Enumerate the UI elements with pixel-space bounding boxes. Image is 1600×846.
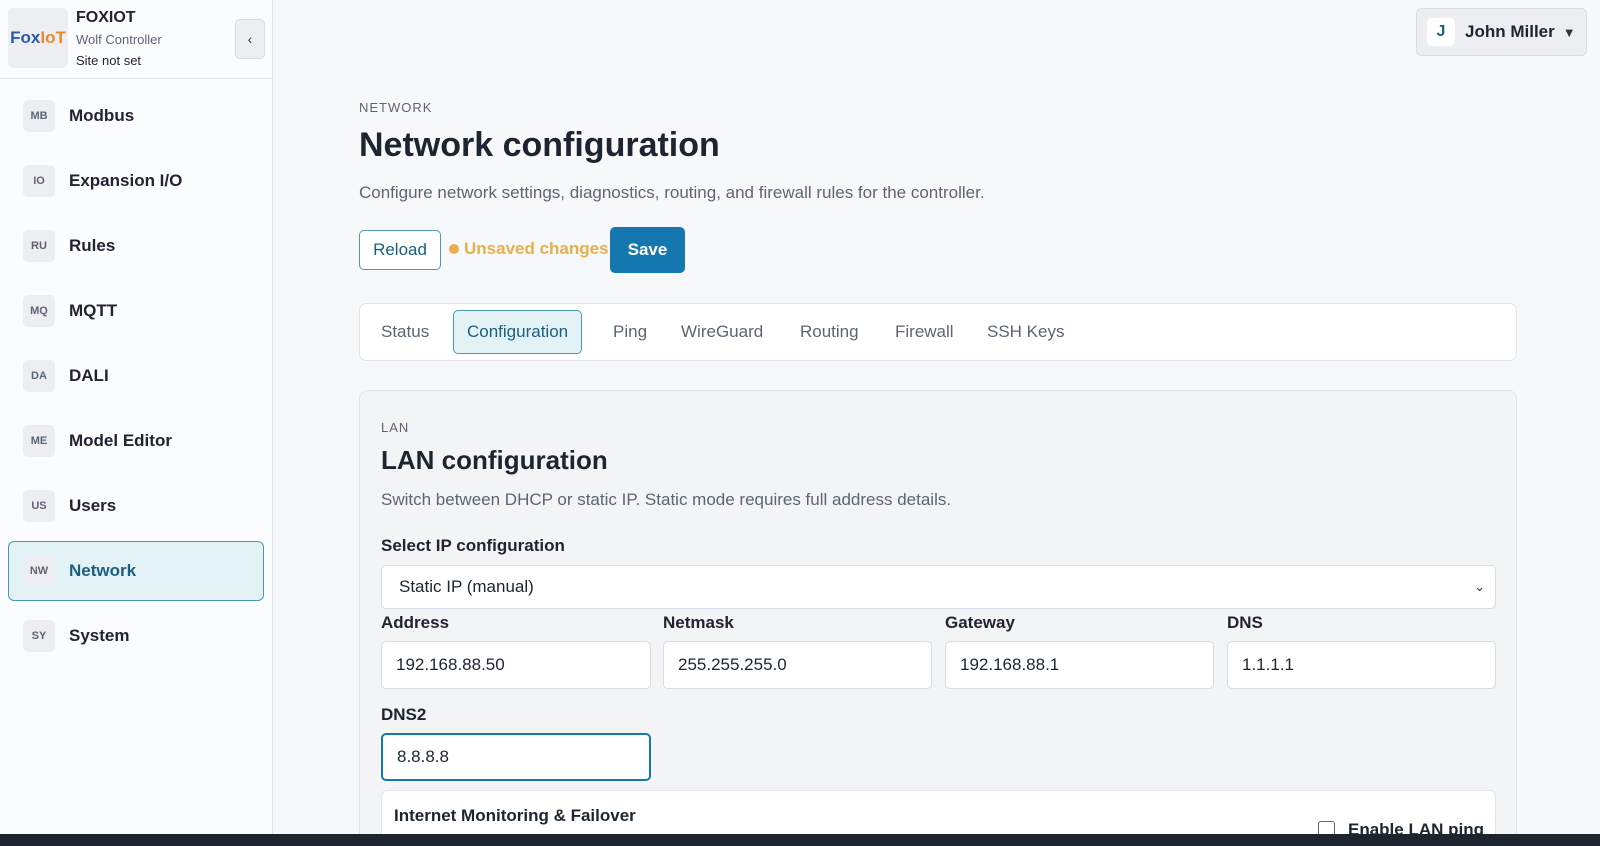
sidebar-item-label: DALI xyxy=(69,366,109,385)
reload-button[interactable]: Reload xyxy=(359,230,441,270)
sidebar-item-label: MQTT xyxy=(69,301,118,320)
netmask-input[interactable] xyxy=(663,641,932,689)
nav-badge: MB xyxy=(23,100,55,132)
nav-badge: ME xyxy=(23,425,55,457)
page-description: Configure network settings, diagnostics,… xyxy=(359,183,985,202)
tab-wireguard[interactable]: WireGuard xyxy=(667,310,777,354)
lan-title: LAN configuration xyxy=(381,445,608,475)
sidebar-item-model-editor[interactable]: ME Model Editor xyxy=(8,411,264,471)
page-eyebrow: NETWORK xyxy=(359,100,433,115)
gateway-input[interactable] xyxy=(945,641,1214,689)
address-input[interactable] xyxy=(381,641,651,689)
brand-site: Site not set xyxy=(76,53,142,68)
sidebar: Fox IoT FOXIOT Wolf Controller Site not s… xyxy=(0,0,273,834)
tab-routing[interactable]: Routing xyxy=(786,310,873,354)
tab-configuration[interactable]: Configuration xyxy=(453,310,583,354)
sidebar-item-label: Users xyxy=(69,496,117,515)
user-menu-button[interactable]: J John Miller ▼ xyxy=(1416,8,1587,56)
nav-badge: SY xyxy=(23,620,55,652)
bottom-bar xyxy=(0,834,1600,846)
unsaved-changes-label: Unsaved changes xyxy=(464,239,609,258)
sidebar-item-modbus[interactable]: MB Modbus xyxy=(8,86,264,146)
avatar: J xyxy=(1427,18,1455,46)
nav-badge: DA xyxy=(23,360,55,392)
netmask-label: Netmask xyxy=(663,613,734,632)
ip-config-selected-value: Static IP (manual) xyxy=(399,577,534,596)
address-label: Address xyxy=(381,613,450,632)
sidebar-item-rules[interactable]: RU Rules xyxy=(8,216,264,276)
sidebar-item-label: Expansion I/O xyxy=(69,171,183,190)
sidebar-item-label: Network xyxy=(69,561,137,580)
sidebar-item-network[interactable]: NW Network xyxy=(8,541,264,601)
tab-bar: Status Configuration Ping WireGuard Rout… xyxy=(359,303,1517,361)
internet-monitoring-title: Internet Monitoring & Failover xyxy=(394,806,636,825)
user-name: John Miller xyxy=(1465,22,1555,41)
brand-subtitle: Wolf Controller xyxy=(76,32,162,47)
ip-config-select[interactable]: Static IP (manual) ⌄ xyxy=(381,565,1496,609)
dns-label: DNS xyxy=(1227,613,1263,632)
page-title: Network configuration xyxy=(359,126,720,164)
sidebar-item-label: System xyxy=(69,626,130,645)
brand-name: FOXIOT xyxy=(76,9,136,26)
sidebar-item-dali[interactable]: DA DALI xyxy=(8,346,264,406)
caret-down-icon: ▼ xyxy=(1562,24,1576,40)
chevron-left-icon: ‹ xyxy=(247,31,253,47)
lan-description: Switch between DHCP or static IP. Static… xyxy=(381,490,952,509)
tab-ping[interactable]: Ping xyxy=(599,310,661,354)
logo-text-fox: Fox xyxy=(10,28,41,47)
sidebar-item-label: Modbus xyxy=(69,106,135,125)
dns-input[interactable] xyxy=(1227,641,1496,689)
dns2-input[interactable] xyxy=(381,733,651,781)
tab-ssh-keys[interactable]: SSH Keys xyxy=(973,310,1078,354)
save-button[interactable]: Save xyxy=(610,227,685,273)
sidebar-item-system[interactable]: SY System xyxy=(8,606,264,666)
nav-badge: US xyxy=(23,490,55,522)
sidebar-item-label: Model Editor xyxy=(69,431,172,450)
nav-badge: MQ xyxy=(23,295,55,327)
dns2-label: DNS2 xyxy=(381,705,427,724)
sidebar-item-label: Rules xyxy=(69,236,116,255)
sidebar-collapse-button[interactable]: ‹ xyxy=(235,19,265,59)
ip-config-label: Select IP configuration xyxy=(381,536,565,555)
chevron-down-icon: ⌄ xyxy=(1474,579,1485,594)
tab-firewall[interactable]: Firewall xyxy=(881,310,968,354)
nav-badge: NW xyxy=(23,555,55,587)
nav-badge: IO xyxy=(23,165,55,197)
tab-status[interactable]: Status xyxy=(367,310,443,354)
sidebar-item-expansion-io[interactable]: IO Expansion I/O xyxy=(8,151,264,211)
brand-logo: Fox IoT xyxy=(8,8,68,68)
gateway-label: Gateway xyxy=(945,613,1015,632)
sidebar-item-mqtt[interactable]: MQ MQTT xyxy=(8,281,264,341)
sidebar-item-users[interactable]: US Users xyxy=(8,476,264,536)
status-dot-icon xyxy=(449,244,459,254)
unsaved-changes-indicator: Unsaved changes xyxy=(449,239,609,259)
brand-header: Fox IoT FOXIOT Wolf Controller Site not s… xyxy=(0,0,272,79)
lan-eyebrow: LAN xyxy=(381,420,410,435)
nav-badge: RU xyxy=(23,230,55,262)
logo-text-iot: IoT xyxy=(40,28,66,47)
